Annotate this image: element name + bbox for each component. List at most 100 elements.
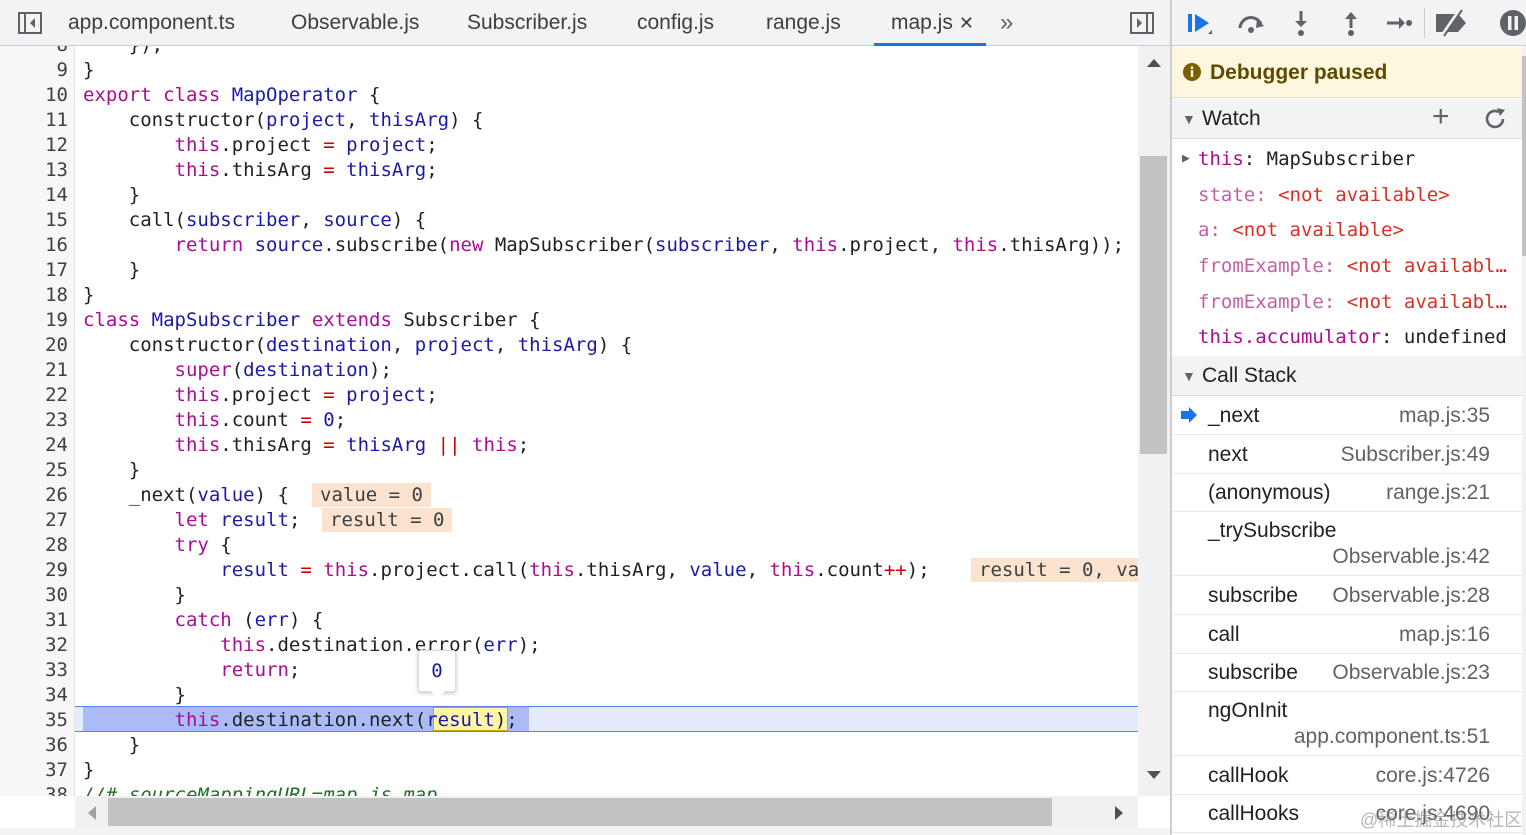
step-over-icon[interactable] [1236,8,1266,38]
watch-item-this[interactable]: ▶ this: MapSubscriber [1172,141,1522,177]
line-number[interactable]: 31 [0,608,68,633]
collapse-triangle-icon: ▼ [1182,368,1196,384]
debugger-scroll-thumb[interactable] [1522,56,1526,256]
line-number[interactable]: 34 [0,683,68,708]
callstack-frame[interactable]: _trySubscribe Observable.js:42 [1172,512,1522,576]
toggle-navigator-icon[interactable] [16,9,44,37]
line-number[interactable]: 38 [0,783,68,796]
line-number[interactable]: 25 [0,458,68,483]
more-tabs-icon[interactable]: » [1000,0,1013,46]
tab-observable-js[interactable]: Observable.js [291,0,419,46]
scroll-down-icon[interactable] [1144,768,1164,782]
expand-triangle-icon[interactable]: ▶ [1182,141,1190,177]
line-number[interactable]: 11 [0,108,68,133]
line-number[interactable]: 35 [0,708,68,733]
refresh-watch-icon[interactable] [1483,107,1507,131]
callstack-frame[interactable]: _next map.js:35 [1172,397,1522,435]
callstack-frame[interactable]: (anonymous) range.js:21 [1172,474,1522,512]
scroll-up-icon[interactable] [1144,56,1164,70]
deactivate-breakpoints-icon[interactable] [1432,8,1472,38]
callstack-frame[interactable]: callHook core.js:4726 [1172,756,1522,795]
code-line: } [83,259,141,281]
code-line: } [83,284,95,306]
step-icon[interactable] [1384,8,1414,38]
watch-item-accumulator[interactable]: this.accumulator: undefined [1172,319,1522,355]
editor-horizontal-scrollbar[interactable] [75,796,1138,828]
line-number[interactable]: 37 [0,758,68,783]
line-number[interactable]: 8 [0,46,68,58]
callstack-frame[interactable]: subscribe Observable.js:23 [1172,654,1522,692]
line-number[interactable]: 27 [0,508,68,533]
line-number[interactable]: 18 [0,283,68,308]
code-line: this.count = 0; [174,409,347,431]
callstack-frame[interactable]: ngOnInit app.component.ts:51 [1172,692,1522,756]
code-line-current: this.destination.next(result); [174,709,518,731]
line-number[interactable]: 19 [0,308,68,333]
callstack-section-header[interactable]: ▼ Call Stack [1172,356,1522,396]
code-line: } [83,759,95,781]
add-watch-icon[interactable]: + [1432,97,1450,137]
horizontal-scroll-thumb[interactable] [108,798,1052,826]
line-number[interactable]: 24 [0,433,68,458]
line-number[interactable]: 23 [0,408,68,433]
line-number[interactable]: 22 [0,383,68,408]
watch-item-fromexample[interactable]: fromExample: <not availabl… [1172,248,1522,284]
callstack-frame[interactable]: next Subscriber.js:49 [1172,435,1522,474]
step-into-icon[interactable] [1286,8,1316,38]
line-number[interactable]: 10 [0,83,68,108]
toggle-debugger-icon[interactable] [1128,9,1156,37]
line-number[interactable]: 30 [0,583,68,608]
hover-value-popover: 0 [418,650,456,699]
code-line: export class MapOperator { [83,84,381,106]
line-number[interactable]: 26 [0,483,68,508]
code-line: catch (err) { [174,609,324,631]
close-tab-icon[interactable]: ✕ [959,13,974,33]
line-number[interactable]: 14 [0,183,68,208]
tab-range-js[interactable]: range.js [766,0,841,46]
scroll-right-icon[interactable] [1112,804,1126,822]
watch-section-header[interactable]: ▼ Watch + [1172,99,1522,139]
line-number[interactable]: 15 [0,208,68,233]
line-number[interactable]: 16 [0,233,68,258]
resume-icon[interactable] [1184,8,1214,38]
vertical-scroll-thumb[interactable] [1140,156,1167,454]
debugger-panel-scrollbar[interactable] [1522,46,1526,835]
code-line: let result; [174,509,301,531]
line-number[interactable]: 29 [0,558,68,583]
callstack-frame[interactable]: call map.js:16 [1172,615,1522,654]
line-number[interactable]: 36 [0,733,68,758]
tab-subscriber-js[interactable]: Subscriber.js [467,0,587,46]
line-number[interactable]: 9 [0,58,68,83]
line-number[interactable]: 33 [0,658,68,683]
pause-on-exceptions-icon[interactable] [1498,8,1526,38]
watch-item-fromexample[interactable]: fromExample: <not availabl… [1172,284,1522,320]
tab-config-js[interactable]: config.js [637,0,714,46]
line-number[interactable]: 32 [0,633,68,658]
code-line: } [83,734,141,756]
tab-map-js[interactable]: map.js ✕ [874,0,986,46]
line-number-gutter[interactable]: 8910111213141516171819202122232425262728… [0,46,75,796]
source-editor[interactable]: 8910111213141516171819202122232425262728… [0,46,1138,796]
code-line: }); [83,46,163,58]
watch-item-a[interactable]: a: <not available> [1172,212,1522,248]
line-number[interactable]: 13 [0,158,68,183]
line-number[interactable]: 12 [0,133,68,158]
code-line: this.thisArg = thisArg; [174,159,438,181]
line-number[interactable]: 20 [0,333,68,358]
current-frame-arrow-icon [1181,407,1197,423]
line-number[interactable]: 28 [0,533,68,558]
editor-vertical-scrollbar[interactable] [1138,46,1170,796]
callstack-frame[interactable]: subscribe Observable.js:28 [1172,576,1522,615]
code-line: this.project = project; [174,134,438,156]
collapse-triangle-icon: ▼ [1182,111,1196,127]
code-line: constructor(destination, project, thisAr… [83,334,633,356]
paused-label: Debugger paused [1210,61,1388,84]
code-line: } [83,584,186,606]
step-out-icon[interactable] [1336,8,1366,38]
line-number[interactable]: 21 [0,358,68,383]
editor-status-strip [0,828,1170,835]
tab-app-component-ts[interactable]: app.component.ts [68,0,235,46]
line-number[interactable]: 17 [0,258,68,283]
scroll-left-icon[interactable] [85,804,99,822]
watch-item-state[interactable]: state: <not available> [1172,177,1522,213]
